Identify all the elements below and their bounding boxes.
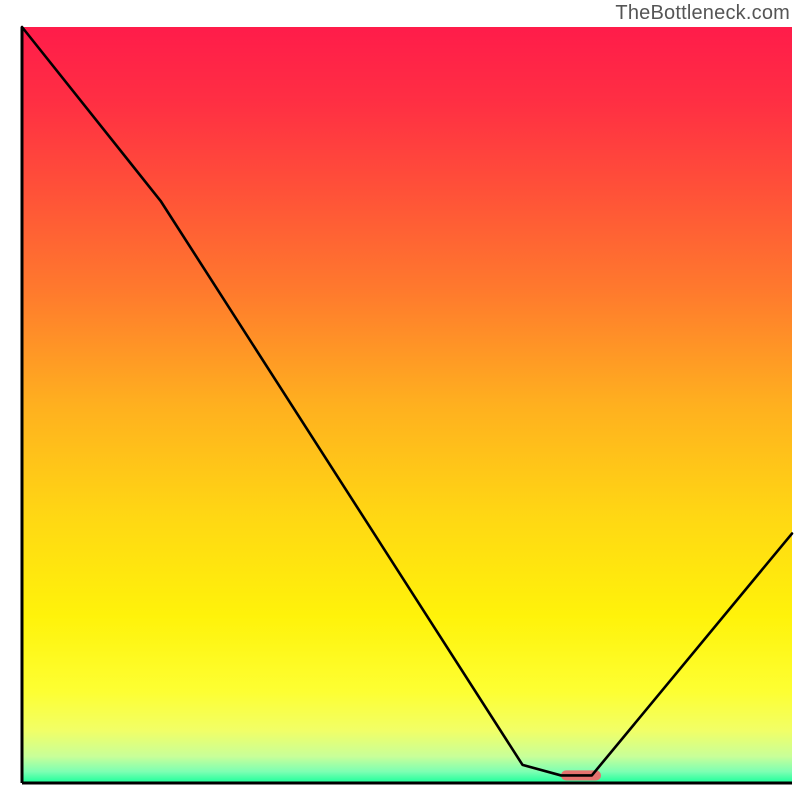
bottleneck-chart bbox=[0, 0, 800, 800]
plot-background bbox=[22, 27, 792, 783]
watermark-label: TheBottleneck.com bbox=[615, 2, 790, 25]
chart-container: TheBottleneck.com bbox=[0, 0, 800, 800]
